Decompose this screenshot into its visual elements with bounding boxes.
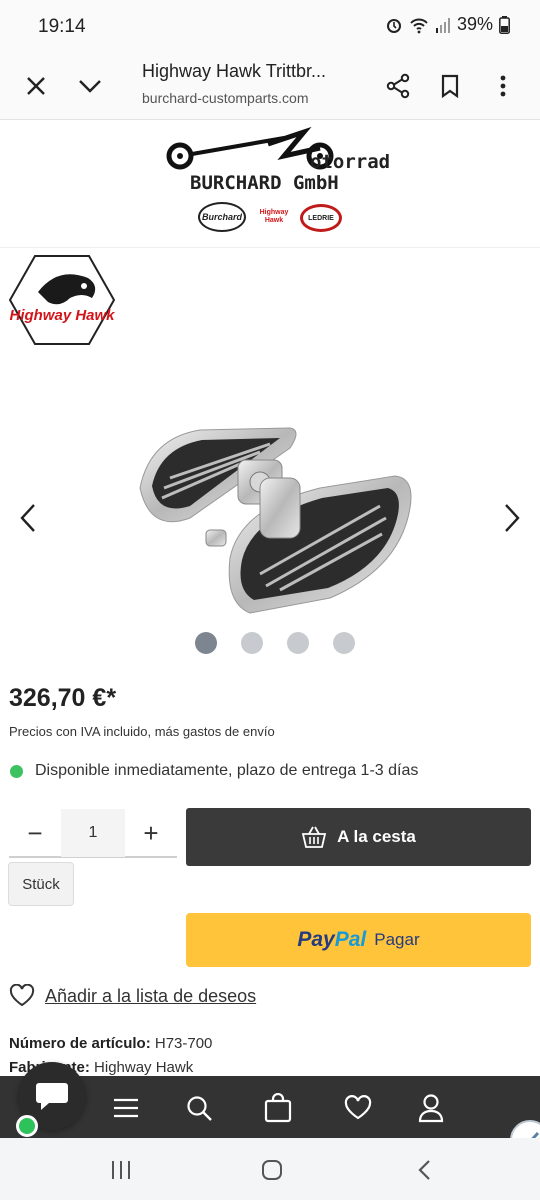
hh-logo-text-1: Highway Hawk [9, 307, 115, 324]
wishlist-label: Añadir a la lista de deseos [45, 985, 257, 1006]
wishlist-link[interactable]: Añadir a la lista de deseos [9, 984, 256, 1008]
availability-text: Disponible inmediatamente, plazo de entr… [35, 762, 419, 779]
heart-icon[interactable] [341, 1091, 375, 1125]
chevron-down-icon[interactable] [70, 66, 110, 106]
close-icon[interactable] [16, 66, 56, 106]
highway-hawk-logo: Highway Hawk [8, 255, 115, 345]
add-to-cart-label: A la cesta [337, 827, 416, 846]
floorboards-image [139, 427, 412, 614]
quantity-input[interactable]: 1 [61, 809, 125, 857]
add-to-cart-button[interactable]: A la cesta [186, 808, 531, 866]
status-time: 19:14 [38, 16, 86, 37]
system-navigation-bar [0, 1138, 540, 1200]
brand-suffix: otorrad [310, 151, 391, 173]
paypal-label: Pagar [374, 930, 420, 949]
alarm-icon [386, 18, 401, 33]
battery-icon [499, 15, 510, 34]
back-icon[interactable] [408, 1154, 440, 1186]
gallery-pagination [0, 632, 540, 654]
product-image[interactable] [130, 418, 420, 618]
manufacturer-logo[interactable]: Highway Hawk [8, 252, 116, 348]
highway-hawk-small-logo: Highway Hawk [259, 209, 289, 224]
gallery-dot-1[interactable] [195, 632, 217, 654]
quantity-stepper: − 1 + [9, 809, 177, 858]
signal-icon [435, 17, 450, 33]
status-bar: 19:14 39% [0, 0, 540, 52]
paypal-button[interactable]: PayPal Pagar [186, 913, 531, 967]
gallery-next-button[interactable] [494, 500, 530, 536]
home-icon[interactable] [256, 1154, 288, 1186]
page-title: Highway Hawk Trittbr... [142, 61, 327, 81]
paypal-logo: PayPal [297, 928, 367, 951]
chevron-left-icon [20, 504, 35, 532]
browser-toolbar: Highway Hawk Trittbr... burchard-customp… [0, 52, 540, 120]
ledrie-logo: LEDRIE [300, 204, 342, 232]
gallery-dot-4[interactable] [333, 632, 355, 654]
site-logo[interactable]: otorrad BURCHARD GmbH Burchard Highway H… [0, 122, 540, 248]
chevron-right-icon [505, 504, 520, 532]
menu-icon[interactable] [109, 1091, 143, 1125]
unit-label: Stück [8, 862, 74, 906]
page-url: burchard-customparts.com [142, 90, 309, 106]
tax-note: Precios con IVA incluido, más gastos de … [9, 724, 275, 739]
quantity-increase-button[interactable]: + [125, 809, 177, 857]
status-icons: 39% [385, 14, 510, 35]
bookmark-icon[interactable] [430, 66, 470, 106]
product-price: 326,70 €* [9, 684, 117, 712]
user-icon[interactable] [414, 1091, 448, 1125]
share-icon[interactable] [378, 66, 418, 106]
more-vertical-icon[interactable] [483, 66, 523, 106]
gallery-prev-button[interactable] [10, 500, 46, 536]
article-number-row: Número de artículo: H73-700 [9, 1035, 213, 1052]
wifi-icon [410, 18, 428, 33]
burchard-logo: Burchard [198, 202, 246, 232]
heart-icon [9, 984, 35, 1007]
shopping-bag-icon[interactable] [261, 1091, 295, 1125]
chat-icon [36, 1083, 68, 1110]
battery-percent: 39% [456, 14, 493, 34]
recent-apps-icon[interactable] [105, 1154, 137, 1186]
basket-icon [301, 826, 327, 848]
availability-status-dot [10, 764, 23, 778]
search-icon[interactable] [182, 1091, 216, 1125]
availability: Disponible inmediatamente, plazo de entr… [10, 762, 418, 780]
gallery-dot-2[interactable] [241, 632, 263, 654]
chat-online-indicator [16, 1115, 38, 1137]
quantity-decrease-button[interactable]: − [9, 809, 61, 857]
gallery-dot-3[interactable] [287, 632, 309, 654]
brand-name: BURCHARD GmbH [190, 172, 339, 194]
